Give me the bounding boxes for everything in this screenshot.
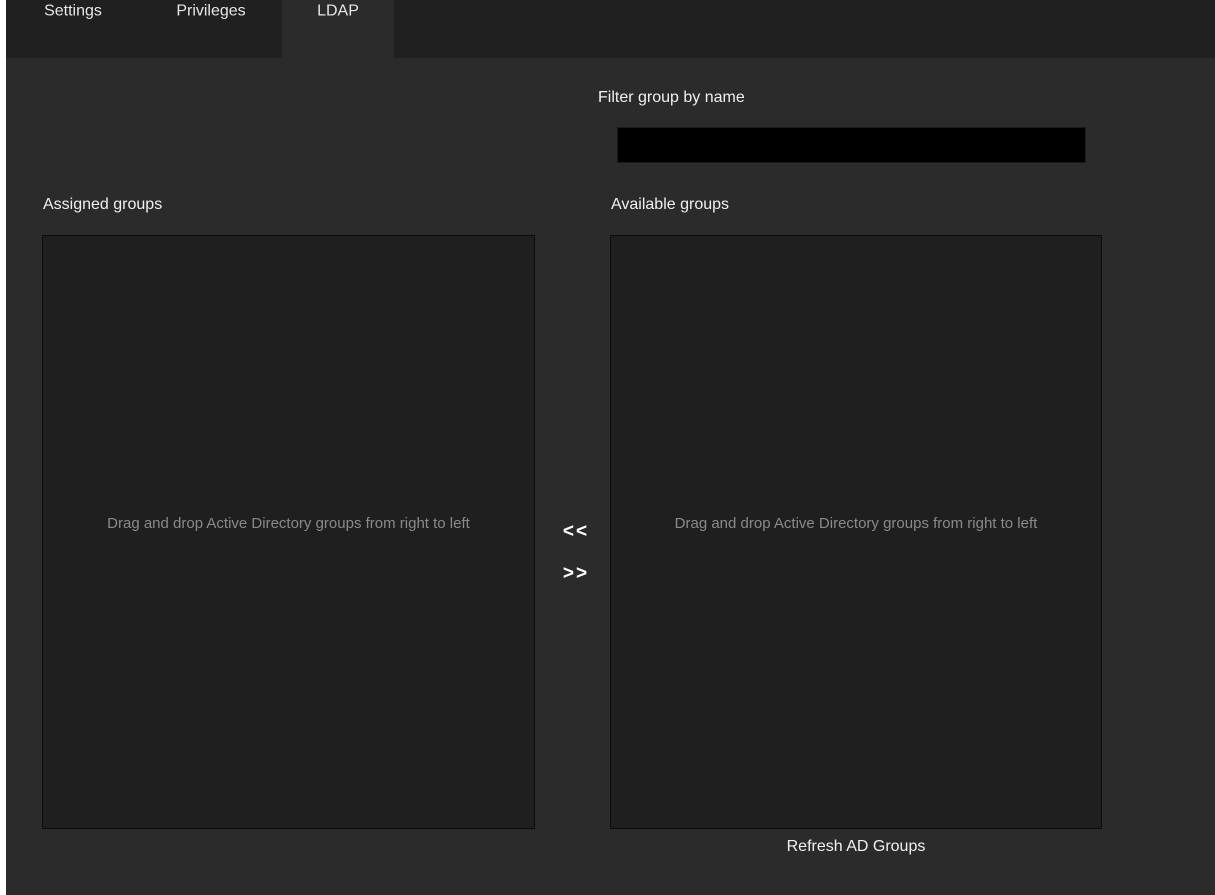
- tab-privileges-label: Privileges: [176, 2, 246, 20]
- filter-label: Filter group by name: [598, 89, 745, 106]
- ldap-settings-window: Settings Privileges LDAP Filter group by…: [6, 0, 1215, 895]
- available-groups-list[interactable]: Drag and drop Active Directory groups fr…: [610, 235, 1102, 829]
- tab-settings[interactable]: Settings: [28, 0, 118, 58]
- tab-bar: Settings Privileges LDAP: [6, 0, 1215, 58]
- move-right-button[interactable]: >>: [551, 559, 601, 589]
- available-drop-hint: Drag and drop Active Directory groups fr…: [674, 515, 1038, 532]
- filter-group-input[interactable]: [617, 127, 1086, 163]
- tab-settings-label: Settings: [44, 2, 102, 20]
- tab-ldap-label: LDAP: [317, 2, 359, 20]
- assigned-groups-label: Assigned groups: [43, 196, 163, 213]
- refresh-ad-groups-button[interactable]: Refresh AD Groups: [610, 838, 1102, 856]
- available-groups-label: Available groups: [611, 196, 730, 213]
- tab-privileges[interactable]: Privileges: [156, 0, 266, 58]
- assigned-drop-hint: Drag and drop Active Directory groups fr…: [107, 515, 470, 532]
- assigned-groups-list[interactable]: Drag and drop Active Directory groups fr…: [42, 235, 535, 829]
- tab-ldap[interactable]: LDAP: [282, 0, 394, 58]
- move-left-button[interactable]: <<: [551, 517, 601, 547]
